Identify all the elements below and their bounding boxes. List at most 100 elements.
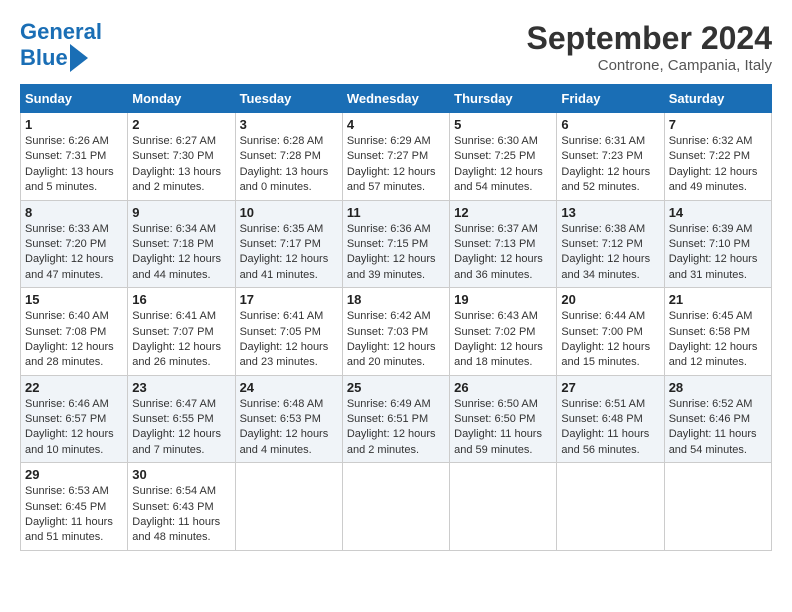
day-info: Sunrise: 6:42 AMSunset: 7:03 PMDaylight:… <box>347 309 445 371</box>
calendar-cell: 8 Sunrise: 6:33 AMSunset: 7:20 PMDaylight… <box>21 200 128 288</box>
day-info-line: Sunrise: 6:38 AM <box>561 222 659 237</box>
day-number: 20 <box>561 292 659 307</box>
day-info-line: Sunrise: 6:41 AM <box>132 309 230 324</box>
calendar-cell: 28Sunrise: 6:52 AMSunset: 6:46 PMDayligh… <box>664 375 771 463</box>
day-info-line: Sunset: 6:50 PM <box>454 412 552 427</box>
day-info-line: Daylight: 11 hours <box>25 515 123 530</box>
calendar-cell: 6Sunrise: 6:31 AMSunset: 7:23 PMDaylight… <box>557 113 664 201</box>
day-number: 21 <box>669 292 767 307</box>
day-info-line: Daylight: 12 hours <box>669 340 767 355</box>
day-info: Sunrise: 6:33 AMSunset: 7:20 PMDaylight:… <box>25 222 123 284</box>
day-info-line: Daylight: 12 hours <box>454 340 552 355</box>
day-info-line: Daylight: 12 hours <box>25 340 123 355</box>
day-info: Sunrise: 6:38 AMSunset: 7:12 PMDaylight:… <box>561 222 659 284</box>
day-number: 9 <box>132 205 230 220</box>
day-info-line: Daylight: 12 hours <box>669 252 767 267</box>
calendar-cell: 4Sunrise: 6:29 AMSunset: 7:27 PMDaylight… <box>342 113 449 201</box>
calendar-cell <box>450 463 557 551</box>
day-info-line: Sunrise: 6:53 AM <box>25 484 123 499</box>
calendar-cell: 11Sunrise: 6:36 AMSunset: 7:15 PMDayligh… <box>342 200 449 288</box>
calendar-cell: 26Sunrise: 6:50 AMSunset: 6:50 PMDayligh… <box>450 375 557 463</box>
day-info-line: Sunrise: 6:50 AM <box>454 397 552 412</box>
day-info-line: and 2 minutes. <box>132 180 230 195</box>
day-info-line: and 10 minutes. <box>25 443 123 458</box>
day-info-line: Daylight: 11 hours <box>132 515 230 530</box>
day-number: 25 <box>347 380 445 395</box>
day-info-line: Daylight: 11 hours <box>561 427 659 442</box>
day-info-line: and 18 minutes. <box>454 355 552 370</box>
day-info-line: Sunrise: 6:45 AM <box>669 309 767 324</box>
day-info-line: Sunrise: 6:48 AM <box>240 397 338 412</box>
calendar-cell: 16 Sunrise: 6:41 AMSunset: 7:07 PMDayligh… <box>128 288 235 376</box>
day-number: 7 <box>669 117 767 132</box>
day-number: 28 <box>669 380 767 395</box>
calendar-cell: 5Sunrise: 6:30 AMSunset: 7:25 PMDaylight… <box>450 113 557 201</box>
calendar-cell: 17Sunrise: 6:41 AMSunset: 7:05 PMDayligh… <box>235 288 342 376</box>
day-info: Sunrise: 6:27 AMSunset: 7:30 PMDaylight:… <box>132 134 230 196</box>
calendar-cell: 1Sunrise: 6:26 AMSunset: 7:31 PMDaylight… <box>21 113 128 201</box>
day-info-line: Daylight: 12 hours <box>669 165 767 180</box>
day-number: 19 <box>454 292 552 307</box>
calendar-cell: 20Sunrise: 6:44 AMSunset: 7:00 PMDayligh… <box>557 288 664 376</box>
day-info: Sunrise: 6:41 AMSunset: 7:07 PMDaylight:… <box>132 309 230 371</box>
day-info-line: and 41 minutes. <box>240 268 338 283</box>
day-info-line: Sunrise: 6:46 AM <box>25 397 123 412</box>
weekday-header: Sunday <box>21 85 128 113</box>
day-info-line: Sunset: 6:55 PM <box>132 412 230 427</box>
day-info-line: Sunrise: 6:31 AM <box>561 134 659 149</box>
day-info-line: Daylight: 11 hours <box>454 427 552 442</box>
day-number: 29 <box>25 467 123 482</box>
calendar-week-row: 8 Sunrise: 6:33 AMSunset: 7:20 PMDaylight… <box>21 200 772 288</box>
day-info: Sunrise: 6:35 AMSunset: 7:17 PMDaylight:… <box>240 222 338 284</box>
day-info-line: Sunrise: 6:42 AM <box>347 309 445 324</box>
day-info-line: and 39 minutes. <box>347 268 445 283</box>
day-info-line: Sunset: 7:27 PM <box>347 149 445 164</box>
calendar-cell: 24Sunrise: 6:48 AMSunset: 6:53 PMDayligh… <box>235 375 342 463</box>
day-info-line: Daylight: 12 hours <box>132 340 230 355</box>
calendar-cell: 21Sunrise: 6:45 AMSunset: 6:58 PMDayligh… <box>664 288 771 376</box>
day-number: 8 <box>25 205 123 220</box>
day-number: 30 <box>132 467 230 482</box>
day-info-line: Sunrise: 6:27 AM <box>132 134 230 149</box>
day-info-line: Sunset: 7:30 PM <box>132 149 230 164</box>
day-info: Sunrise: 6:37 AMSunset: 7:13 PMDaylight:… <box>454 222 552 284</box>
calendar-week-row: 22Sunrise: 6:46 AMSunset: 6:57 PMDayligh… <box>21 375 772 463</box>
day-info: Sunrise: 6:46 AMSunset: 6:57 PMDaylight:… <box>25 397 123 459</box>
day-number: 18 <box>347 292 445 307</box>
calendar-cell: 2Sunrise: 6:27 AMSunset: 7:30 PMDaylight… <box>128 113 235 201</box>
day-info-line: Daylight: 12 hours <box>132 427 230 442</box>
day-info-line: and 12 minutes. <box>669 355 767 370</box>
day-info-line: Sunset: 6:51 PM <box>347 412 445 427</box>
day-info-line: Sunset: 7:23 PM <box>561 149 659 164</box>
day-info: Sunrise: 6:48 AMSunset: 6:53 PMDaylight:… <box>240 397 338 459</box>
day-info-line: and 7 minutes. <box>132 443 230 458</box>
day-info: Sunrise: 6:51 AMSunset: 6:48 PMDaylight:… <box>561 397 659 459</box>
day-info-line: Daylight: 12 hours <box>347 340 445 355</box>
title-block: September 2024 Controne, Campania, Italy <box>527 20 772 74</box>
day-info-line: Sunrise: 6:51 AM <box>561 397 659 412</box>
day-info-line: Daylight: 13 hours <box>132 165 230 180</box>
day-info-line: and 2 minutes. <box>347 443 445 458</box>
day-info-line: Sunrise: 6:29 AM <box>347 134 445 149</box>
calendar-cell <box>342 463 449 551</box>
calendar-week-row: 15Sunrise: 6:40 AMSunset: 7:08 PMDayligh… <box>21 288 772 376</box>
day-info-line: Daylight: 12 hours <box>454 165 552 180</box>
day-number: 16 <box>132 292 230 307</box>
day-info-line: and 34 minutes. <box>561 268 659 283</box>
day-info-line: Sunrise: 6:49 AM <box>347 397 445 412</box>
day-info-line: Daylight: 12 hours <box>347 427 445 442</box>
day-info-line: Sunset: 6:57 PM <box>25 412 123 427</box>
day-number: 23 <box>132 380 230 395</box>
day-info-line: and 54 minutes. <box>454 180 552 195</box>
day-info-line: Daylight: 12 hours <box>240 427 338 442</box>
day-info-line: and 56 minutes. <box>561 443 659 458</box>
calendar-cell: 13Sunrise: 6:38 AMSunset: 7:12 PMDayligh… <box>557 200 664 288</box>
day-info-line: and 23 minutes. <box>240 355 338 370</box>
calendar-cell: 18 Sunrise: 6:42 AMSunset: 7:03 PMDayligh… <box>342 288 449 376</box>
day-info: Sunrise: 6:30 AMSunset: 7:25 PMDaylight:… <box>454 134 552 196</box>
day-info-line: Daylight: 13 hours <box>25 165 123 180</box>
day-info-line: Sunrise: 6:28 AM <box>240 134 338 149</box>
header-row: SundayMondayTuesdayWednesdayThursdayFrid… <box>21 85 772 113</box>
day-info-line: Sunrise: 6:52 AM <box>669 397 767 412</box>
day-info-line: and 48 minutes. <box>132 530 230 545</box>
